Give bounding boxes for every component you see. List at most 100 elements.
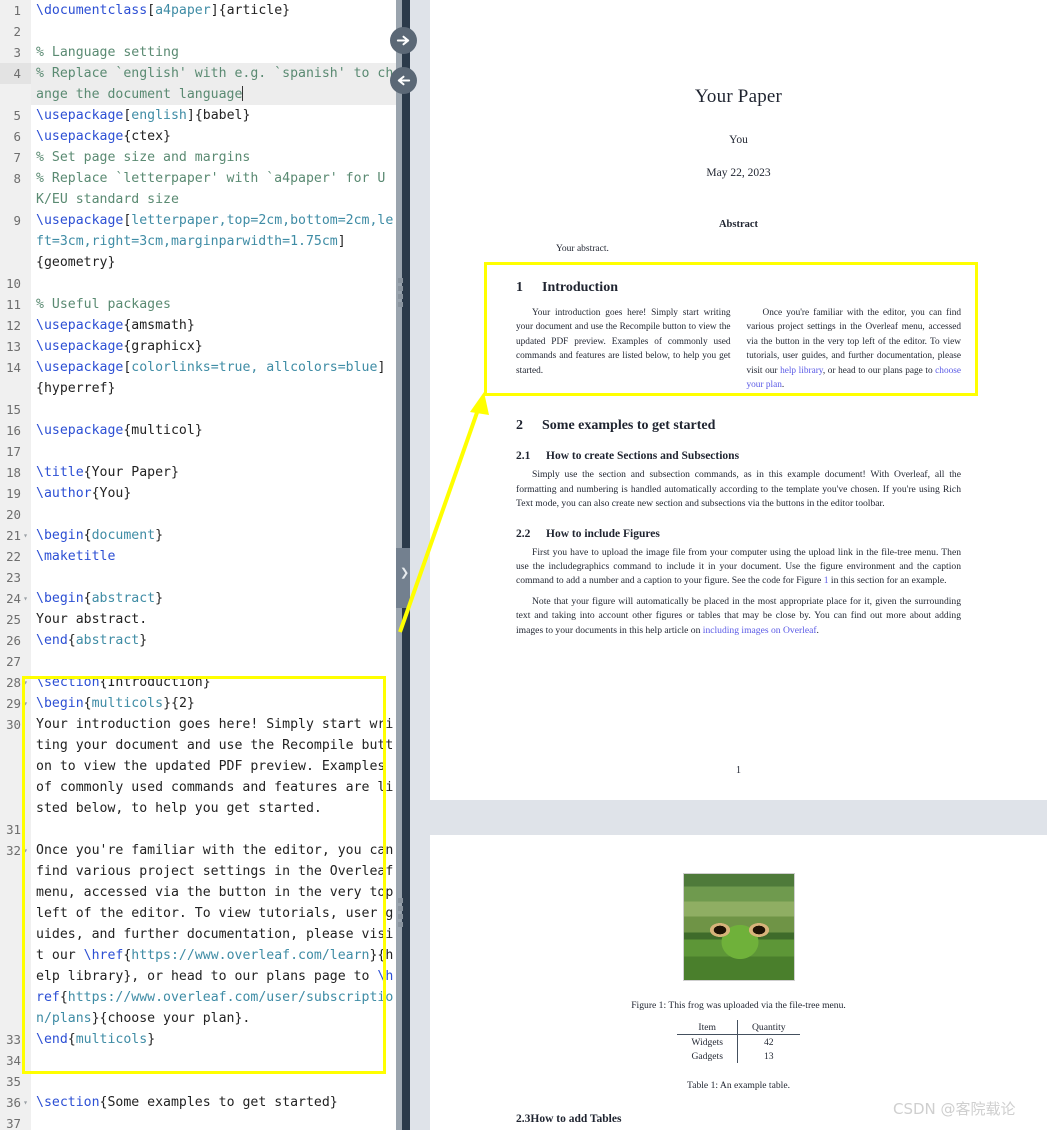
including-images-link[interactable]: including images on Overleaf: [703, 625, 817, 636]
line-text[interactable]: \end{abstract}: [31, 630, 396, 651]
fold-toggle-icon[interactable]: ▾: [21, 840, 30, 861]
line-text[interactable]: [31, 21, 396, 42]
code-line[interactable]: 7 % Set page size and margins: [0, 147, 396, 168]
arrow-left-icon[interactable]: [390, 67, 417, 94]
line-text[interactable]: \end{multicols}: [31, 1029, 396, 1050]
line-text[interactable]: \usepackage[colorlinks=true, allcolors=b…: [31, 357, 396, 399]
code-line[interactable]: 2: [0, 21, 396, 42]
code-line[interactable]: 11 % Useful packages: [0, 294, 396, 315]
code-line[interactable]: 22 \maketitle: [0, 546, 396, 567]
line-text[interactable]: \section{Some examples to get started}: [31, 1092, 396, 1113]
table-cell-qty: 13: [763, 1050, 774, 1062]
line-text[interactable]: [31, 504, 396, 525]
token: https://www.overleaf.com/learn: [131, 948, 370, 963]
code-line[interactable]: 25 Your abstract.: [0, 609, 396, 630]
code-line[interactable]: 6 \usepackage{ctex}: [0, 126, 396, 147]
code-line[interactable]: 10: [0, 273, 396, 294]
code-line[interactable]: 4% Replace `english' with e.g. `spanish'…: [0, 63, 396, 105]
line-text[interactable]: \section{Introduction}: [31, 672, 396, 693]
table-header-quantity: Quantity: [737, 1020, 800, 1035]
code-line[interactable]: 8% Replace `letterpaper' with `a4paper' …: [0, 168, 396, 210]
line-text[interactable]: \maketitle: [31, 546, 396, 567]
code-line[interactable]: 33 \end{multicols}: [0, 1029, 396, 1050]
code-line[interactable]: 23: [0, 567, 396, 588]
code-line[interactable]: 19 \author{You}: [0, 483, 396, 504]
latex-source-editor[interactable]: 1 \documentclass[a4paper]{article} 2 3% La…: [0, 0, 396, 1130]
line-text[interactable]: [31, 273, 396, 294]
fold-toggle-icon[interactable]: ▾: [21, 1092, 30, 1113]
line-text[interactable]: \usepackage{graphicx}: [31, 336, 396, 357]
code-line[interactable]: 13 \usepackage{graphicx}: [0, 336, 396, 357]
code-line[interactable]: 9 \usepackage[letterpaper,top=2cm,bottom=…: [0, 210, 396, 273]
code-content[interactable]: 1 \documentclass[a4paper]{article} 2 3% La…: [0, 0, 396, 1130]
line-number: 33: [0, 1029, 31, 1050]
line-text[interactable]: Once you're familiar with the editor, yo…: [31, 840, 396, 1029]
code-line[interactable]: 28 ▾ \section{Introduction}: [0, 672, 396, 693]
line-text[interactable]: [31, 1050, 396, 1071]
code-line[interactable]: 3 % Language setting: [0, 42, 396, 63]
fold-toggle-icon[interactable]: ▾: [21, 693, 30, 714]
line-text[interactable]: [31, 567, 396, 588]
token: {Your Paper}: [83, 465, 179, 480]
line-text[interactable]: % Useful packages: [31, 294, 396, 315]
line-text[interactable]: [31, 819, 396, 840]
line-number: 27: [0, 651, 31, 672]
fold-toggle-icon[interactable]: ▾: [21, 672, 30, 693]
code-line[interactable]: 31: [0, 819, 396, 840]
line-number: 30: [0, 714, 31, 735]
code-line[interactable]: 30 Your introduction goes here! Simply st…: [0, 714, 396, 819]
line-text[interactable]: \usepackage[english]{babel}: [31, 105, 396, 126]
code-line[interactable]: 27: [0, 651, 396, 672]
code-line[interactable]: 18 \title{Your Paper}: [0, 462, 396, 483]
pdf-preview-pane[interactable]: Your Paper You May 22, 2023 Abstract You…: [430, 0, 1047, 1130]
token: document: [91, 528, 156, 543]
code-line[interactable]: 37: [0, 1113, 396, 1130]
code-line[interactable]: 20: [0, 504, 396, 525]
code-line[interactable]: 1 \documentclass[a4paper]{article}: [0, 0, 396, 21]
code-line[interactable]: 24 ▾ \begin{abstract}: [0, 588, 396, 609]
code-line[interactable]: 32 ▾ Once you're familiar with the editor,…: [0, 840, 396, 1029]
code-line[interactable]: 16 \usepackage{multicol}: [0, 420, 396, 441]
line-text[interactable]: \begin{abstract}: [31, 588, 396, 609]
line-text[interactable]: % Replace `english' with e.g. `spanish' …: [31, 63, 396, 105]
code-line[interactable]: 5 \usepackage[english]{babel}: [0, 105, 396, 126]
line-text[interactable]: \usepackage[letterpaper,top=2cm,bottom=2…: [31, 210, 396, 273]
line-text[interactable]: [31, 651, 396, 672]
code-line[interactable]: 21 ▾ \begin{document}: [0, 525, 396, 546]
help-library-link[interactable]: help library: [780, 366, 823, 376]
line-text[interactable]: [31, 399, 396, 420]
divider-grip-top[interactable]: [398, 278, 406, 307]
code-line[interactable]: 15: [0, 399, 396, 420]
line-number: 13: [0, 336, 31, 357]
code-line[interactable]: 34: [0, 1050, 396, 1071]
line-number: 16: [0, 420, 31, 441]
line-text[interactable]: \usepackage{amsmath}: [31, 315, 396, 336]
line-text[interactable]: [31, 441, 396, 462]
line-text[interactable]: Your introduction goes here! Simply star…: [31, 714, 396, 819]
code-line[interactable]: 26 \end{abstract}: [0, 630, 396, 651]
line-text[interactable]: \author{You}: [31, 483, 396, 504]
code-line[interactable]: 14 \usepackage[colorlinks=true, allcolors…: [0, 357, 396, 399]
code-line[interactable]: 35: [0, 1071, 396, 1092]
line-number: 7: [0, 147, 31, 168]
line-text[interactable]: Your abstract.: [31, 609, 396, 630]
line-text[interactable]: \usepackage{ctex}: [31, 126, 396, 147]
line-text[interactable]: \title{Your Paper}: [31, 462, 396, 483]
line-text[interactable]: \begin{document}: [31, 525, 396, 546]
arrow-right-icon[interactable]: [390, 27, 417, 54]
line-text[interactable]: % Set page size and margins: [31, 147, 396, 168]
line-text[interactable]: % Replace `letterpaper' with `a4paper' f…: [31, 168, 396, 210]
fold-toggle-icon[interactable]: ▾: [21, 588, 30, 609]
line-text[interactable]: \documentclass[a4paper]{article}: [31, 0, 396, 21]
fold-toggle-icon[interactable]: ▾: [21, 525, 30, 546]
line-text[interactable]: \usepackage{multicol}: [31, 420, 396, 441]
divider-grip-bottom[interactable]: [398, 898, 406, 927]
line-text[interactable]: [31, 1113, 396, 1130]
code-line[interactable]: 29 ▾ \begin{multicols}{2}: [0, 693, 396, 714]
line-text[interactable]: \begin{multicols}{2}: [31, 693, 396, 714]
code-line[interactable]: 12 \usepackage{amsmath}: [0, 315, 396, 336]
code-line[interactable]: 36 ▾ \section{Some examples to get started…: [0, 1092, 396, 1113]
line-text[interactable]: % Language setting: [31, 42, 396, 63]
code-line[interactable]: 17: [0, 441, 396, 462]
line-text[interactable]: [31, 1071, 396, 1092]
